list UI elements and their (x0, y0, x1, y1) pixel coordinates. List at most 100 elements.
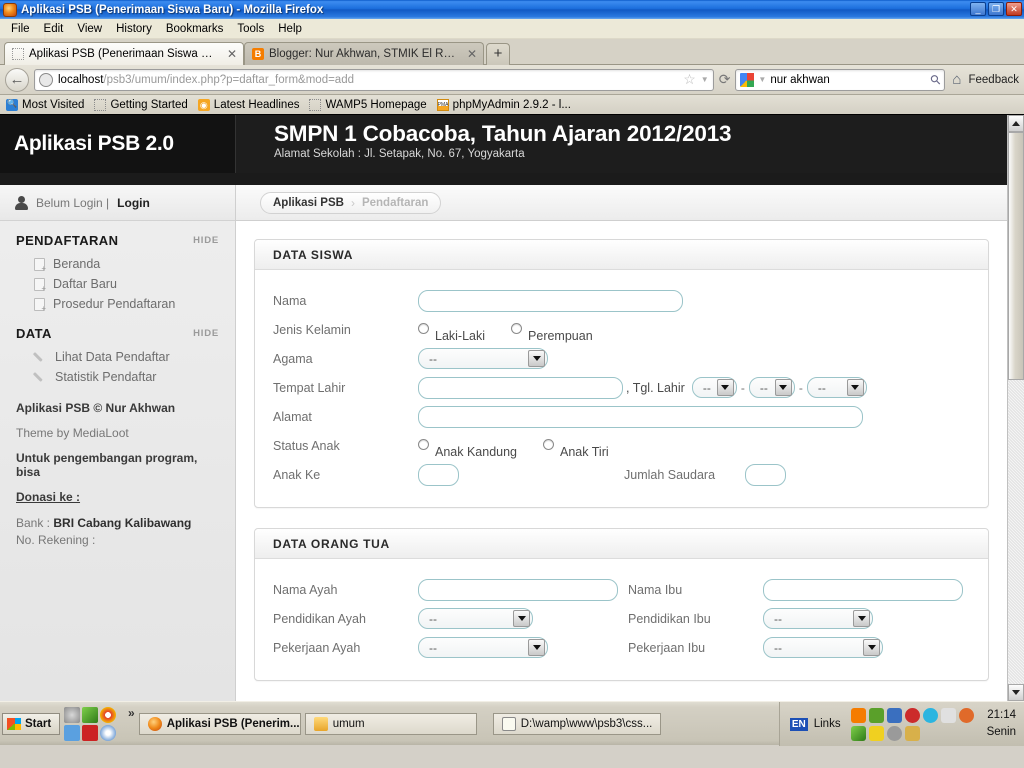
media-icon[interactable] (82, 724, 98, 741)
radio-icon[interactable] (543, 438, 555, 450)
start-button[interactable]: Start (2, 712, 60, 735)
tanggal-year-select[interactable]: -- (806, 377, 867, 398)
minimize-button[interactable]: _ (970, 2, 986, 16)
refresh-icon[interactable] (64, 724, 80, 741)
close-button[interactable]: ✕ (1006, 2, 1022, 16)
search-icon[interactable]: ⚲ (927, 70, 945, 88)
new-tab-button[interactable]: + (486, 43, 510, 65)
magic-wand-icon[interactable] (904, 725, 920, 741)
sidebar-item-statistik-pendaftar[interactable]: Statistik Pendaftar (0, 367, 235, 387)
player-icon[interactable] (100, 724, 116, 741)
sidebar-item-beranda[interactable]: Beranda (0, 254, 235, 274)
menu-help[interactable]: Help (271, 21, 309, 37)
radio-icon[interactable] (418, 322, 429, 334)
app-brand[interactable]: Aplikasi PSB 2.0 (0, 115, 236, 173)
menu-file[interactable]: File (4, 21, 37, 37)
search-bar[interactable]: ▼ nur akhwan ⚲ (735, 68, 946, 91)
taskbar-clock[interactable]: 21:14 Senin (987, 707, 1016, 741)
sidebar-item-daftar-baru[interactable]: Daftar Baru (0, 274, 235, 294)
bookmark-star-icon[interactable]: ☆ (683, 71, 696, 88)
tab-close-icon[interactable]: ✕ (227, 48, 237, 60)
scroll-up-button[interactable] (1008, 115, 1024, 132)
home-icon[interactable]: ⌂ (950, 71, 963, 88)
chevron-down-icon[interactable] (528, 639, 545, 656)
breadcrumb-root[interactable]: Aplikasi PSB (273, 197, 344, 209)
chevron-down-icon[interactable] (513, 610, 530, 627)
radio-icon[interactable] (511, 322, 523, 334)
url-bar[interactable]: localhost/psb3/umum/index.php?p=daftar_f… (34, 68, 714, 91)
chevron-down-icon[interactable]: ▼ (701, 75, 709, 84)
search-engine-chevron-icon[interactable]: ▼ (758, 75, 766, 84)
nama-ibu-input[interactable] (763, 578, 963, 601)
nama-input[interactable] (418, 289, 683, 312)
sidebar-hide-toggle[interactable]: HIDE (193, 328, 219, 339)
pekerjaan-ayah-select[interactable]: -- (418, 637, 548, 658)
nama-ayah-input[interactable] (418, 578, 618, 601)
chevron-down-icon[interactable] (853, 610, 870, 627)
chevron-down-icon[interactable] (528, 350, 545, 367)
taskbar-button-editor[interactable]: D:\wamp\www\psb3\css... (492, 712, 661, 735)
pendidikan-ibu-select[interactable]: -- (763, 608, 873, 629)
radio-laki-laki[interactable]: Laki-Laki (418, 322, 485, 343)
jumlah-saudara-input[interactable] (745, 463, 787, 486)
radio-perempuan[interactable]: Perempuan (511, 322, 593, 343)
back-button[interactable]: ← (5, 67, 29, 92)
menu-edit[interactable]: Edit (37, 21, 71, 37)
search-input[interactable]: nur akhwan (770, 74, 927, 86)
chevron-down-icon[interactable] (774, 379, 792, 396)
radio-anak-tiri[interactable]: Anak Tiri (543, 438, 609, 459)
bookmark-wamp5[interactable]: WAMP5 Homepage (309, 98, 427, 111)
radio-icon[interactable] (418, 438, 429, 450)
security-shield-icon[interactable] (904, 707, 920, 723)
taskbar-button-umum[interactable]: umum (304, 712, 477, 735)
power-icon[interactable] (958, 707, 974, 723)
menu-view[interactable]: View (70, 21, 109, 37)
reload-icon[interactable]: ⟳ (719, 71, 731, 88)
taskbar-button-firefox[interactable]: Aplikasi PSB (Penerim... (138, 712, 301, 735)
settings-icon[interactable] (64, 706, 80, 723)
chevron-down-icon[interactable] (846, 379, 864, 396)
menu-bookmarks[interactable]: Bookmarks (159, 21, 231, 37)
disc-icon[interactable] (886, 725, 902, 741)
sidebar-item-prosedur-pendaftaran[interactable]: Prosedur Pendaftaran (0, 294, 235, 314)
scrollbar-track[interactable] (1008, 132, 1024, 684)
bookmark-latest-headlines[interactable]: ◉ Latest Headlines (197, 98, 299, 111)
sidebar-item-lihat-data-pendaftar[interactable]: Lihat Data Pendaftar (0, 347, 235, 367)
tanggal-day-select[interactable]: -- (691, 377, 737, 398)
bookmark-phpmyadmin[interactable]: PMA phpMyAdmin 2.9.2 - l... (436, 98, 571, 111)
triangle-icon[interactable] (850, 725, 866, 741)
overflow-chevron-icon[interactable]: » (128, 702, 135, 720)
radio-anak-kandung[interactable]: Anak Kandung (418, 438, 517, 459)
tempat-lahir-input[interactable] (418, 376, 623, 399)
scroll-down-button[interactable] (1008, 684, 1024, 701)
browser-tab-1[interactable]: Aplikasi PSB (Penerimaan Siswa Baru) ✕ (4, 42, 244, 65)
login-link[interactable]: Login (117, 196, 150, 210)
anak-ke-input[interactable] (418, 463, 459, 486)
sync-icon[interactable] (922, 707, 938, 723)
agama-select[interactable]: -- (418, 348, 548, 369)
chevron-down-icon[interactable] (863, 639, 880, 656)
links-label[interactable]: Links (814, 718, 841, 730)
diamond-icon[interactable] (82, 706, 98, 723)
restore-button[interactable]: ❐ (988, 2, 1004, 16)
chevron-down-icon[interactable] (716, 379, 734, 396)
language-indicator[interactable]: EN (789, 717, 808, 731)
browser-tab-2[interactable]: B Blogger: Nur Akhwan, STMIK El Rahma Y.… (244, 42, 484, 65)
pekerjaan-ibu-select[interactable]: -- (763, 637, 883, 658)
alamat-input[interactable] (418, 405, 863, 428)
bookmark-getting-started[interactable]: Getting Started (94, 98, 188, 111)
sidebar-hide-toggle[interactable]: HIDE (193, 235, 219, 246)
tab-close-icon[interactable]: ✕ (467, 48, 477, 60)
network-icon[interactable] (886, 707, 902, 723)
antivirus-icon[interactable] (940, 707, 956, 723)
page-scrollbar[interactable] (1007, 115, 1024, 701)
pendidikan-ayah-select[interactable]: -- (418, 608, 533, 629)
bookmark-most-visited[interactable]: Most Visited (6, 98, 84, 111)
media-play-icon[interactable] (850, 707, 866, 723)
update-icon[interactable] (868, 707, 884, 723)
scrollbar-thumb[interactable] (1008, 132, 1024, 380)
chrome-icon[interactable] (100, 706, 116, 723)
tanggal-month-select[interactable]: -- (748, 377, 795, 398)
feedback-button[interactable]: Feedback (968, 74, 1019, 86)
s3-icon[interactable] (868, 725, 884, 741)
